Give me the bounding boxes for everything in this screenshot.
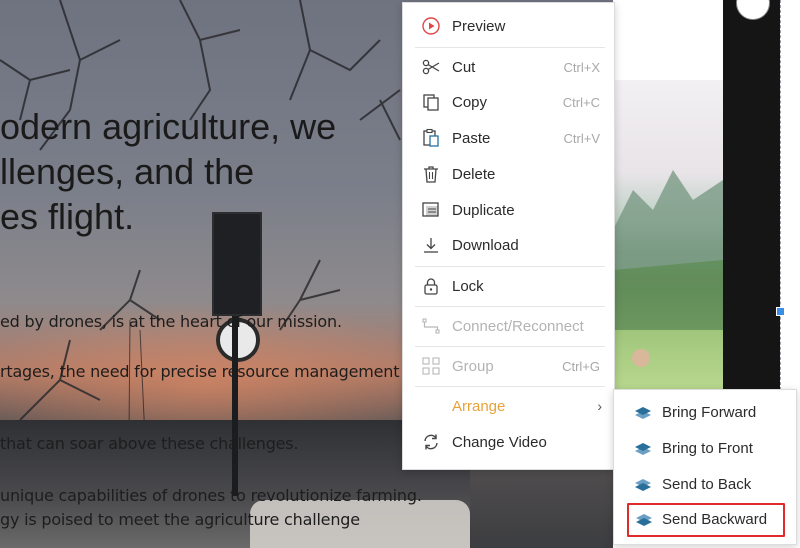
submenu-item-bring-forward[interactable]: Bring Forward	[614, 396, 796, 430]
chevron-right-icon: ›	[597, 398, 602, 414]
headline-text[interactable]: odern agriculture, we llenges, and the e…	[0, 104, 420, 239]
refresh-icon	[424, 434, 438, 450]
menu-item-duplicate[interactable]: Duplicate	[403, 195, 614, 225]
paste-icon	[423, 128, 439, 147]
layers-icon	[635, 479, 651, 491]
menu-label: Lock	[452, 277, 484, 295]
menu-label: Duplicate	[452, 201, 515, 219]
menu-label: Group	[452, 357, 494, 375]
submenu-label: Send to Back	[662, 476, 752, 493]
layers-icon	[635, 407, 651, 419]
scissors-icon	[422, 59, 440, 75]
submenu-item-send-to-back[interactable]: Send to Back	[614, 468, 796, 502]
menu-item-preview[interactable]: Preview	[403, 11, 614, 41]
menu-label: Download	[452, 236, 519, 254]
submenu-item-bring-to-front[interactable]: Bring to Front	[614, 432, 796, 466]
menu-item-change-video[interactable]: Change Video	[403, 427, 614, 457]
menu-label: Paste	[452, 129, 491, 147]
mountain-graphic	[613, 170, 723, 367]
shortcut-label: Ctrl+G	[562, 358, 600, 374]
context-menu: Preview Cut Ctrl+X Copy Ctrl+C Paste Ctr…	[402, 2, 615, 470]
submenu-item-send-backward[interactable]: Send Backward	[627, 503, 785, 537]
menu-divider	[415, 306, 605, 307]
menu-item-copy[interactable]: Copy Ctrl+C	[403, 87, 614, 117]
headline-line-2: llenges, and the	[0, 151, 255, 192]
menu-item-arrange[interactable]: Arrange ›	[403, 391, 614, 421]
menu-label: Arrange	[452, 397, 506, 415]
submenu-label: Send Backward	[662, 511, 768, 528]
lock-icon	[424, 278, 438, 295]
headline-line-1: odern agriculture, we	[0, 106, 337, 147]
trash-icon	[424, 166, 438, 183]
resize-handle[interactable]	[776, 307, 785, 316]
menu-item-group[interactable]: Group Ctrl+G	[403, 351, 614, 381]
selection-border	[780, 0, 781, 395]
menu-label: Connect/Reconnect	[452, 317, 584, 335]
menu-item-lock[interactable]: Lock	[403, 271, 614, 301]
copy-icon	[423, 94, 439, 111]
menu-item-connect-reconnect[interactable]: Connect/Reconnect	[403, 311, 614, 341]
play-circle-icon	[422, 17, 440, 35]
body-line-5: gy is poised to meet the agriculture cha…	[0, 510, 360, 529]
menu-divider	[415, 266, 605, 267]
shortcut-label: Ctrl+X	[563, 59, 600, 75]
landscape-photo[interactable]	[613, 80, 723, 390]
menu-item-delete[interactable]: Delete	[403, 159, 614, 189]
menu-label: Delete	[452, 165, 496, 183]
menu-label: Copy	[452, 93, 488, 111]
shortcut-label: Ctrl+V	[563, 130, 600, 146]
menu-divider	[415, 346, 605, 347]
submenu-label: Bring Forward	[662, 404, 757, 421]
submenu-label: Bring to Front	[662, 440, 753, 457]
layers-icon	[636, 514, 652, 526]
arrange-submenu: Bring Forward Bring to Front Send to Bac…	[613, 389, 797, 545]
group-icon	[422, 357, 440, 375]
headline-line-3: es flight.	[0, 196, 135, 237]
sign-pole	[232, 316, 238, 496]
duplicate-icon	[422, 202, 439, 217]
menu-item-paste[interactable]: Paste Ctrl+V	[403, 123, 614, 153]
layers-icon	[635, 443, 651, 455]
menu-item-cut[interactable]: Cut Ctrl+X	[403, 52, 614, 82]
body-line-4: unique capabilities of drones to revolut…	[0, 486, 422, 505]
connect-icon	[422, 318, 440, 334]
dark-image-band	[723, 0, 780, 390]
menu-divider	[415, 386, 605, 387]
shortcut-label: Ctrl+C	[562, 94, 600, 110]
download-icon	[424, 238, 438, 253]
menu-item-download[interactable]: Download	[403, 230, 614, 260]
menu-label: Change Video	[452, 433, 547, 451]
menu-label: Cut	[452, 58, 476, 76]
menu-divider	[415, 47, 605, 48]
menu-label: Preview	[452, 17, 506, 35]
